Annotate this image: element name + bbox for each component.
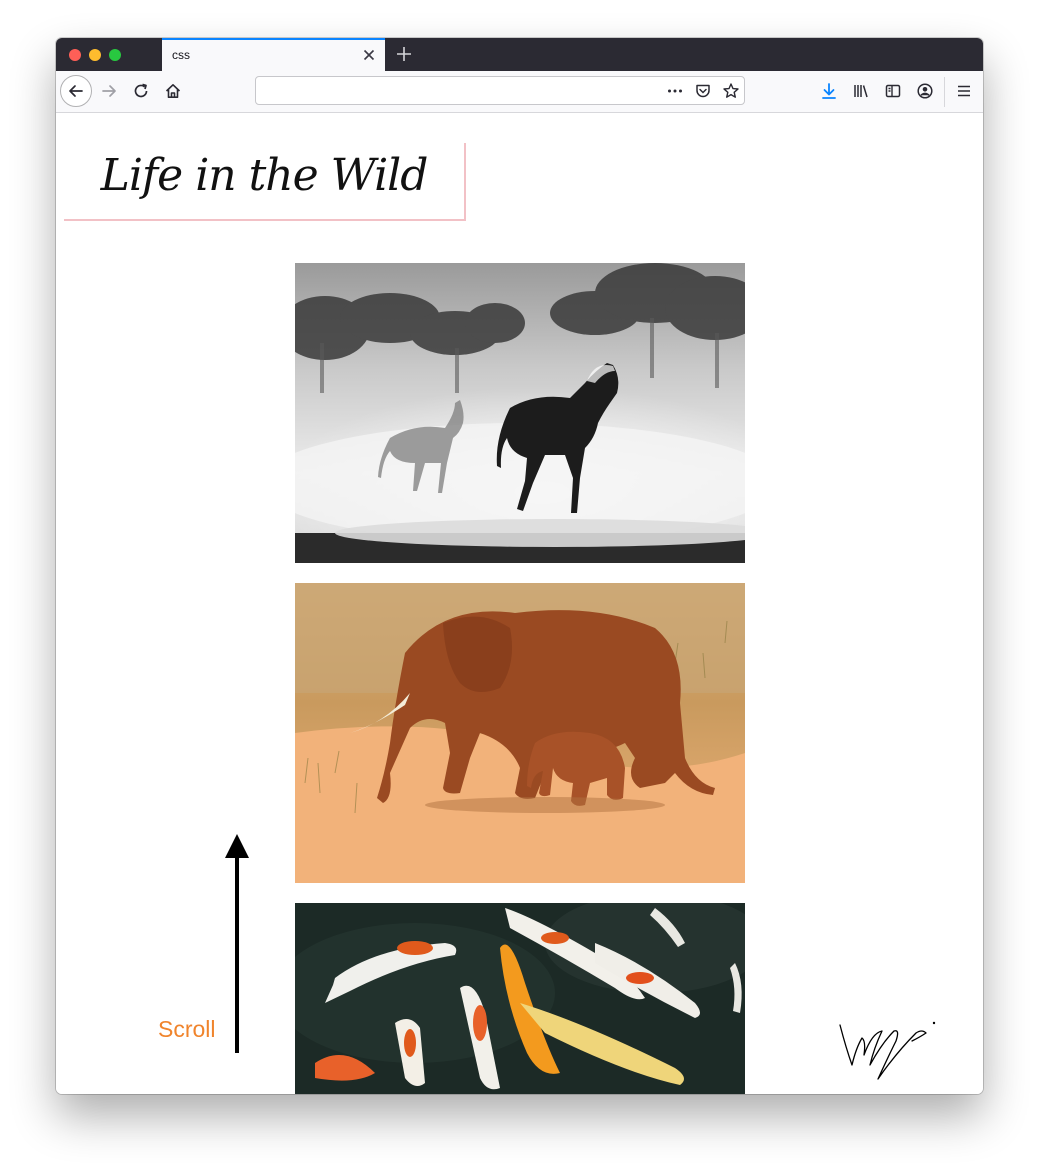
scroll-label: Scroll: [158, 1016, 216, 1042]
home-icon: [165, 84, 181, 98]
tab-css[interactable]: css: [162, 38, 385, 71]
tab-title: css: [172, 48, 190, 62]
downloads-button[interactable]: [817, 79, 841, 103]
new-tab-icon[interactable]: [394, 44, 414, 64]
forward-button[interactable]: [97, 79, 121, 103]
signature-icon: [834, 993, 944, 1083]
pocket-icon: [696, 84, 710, 98]
page-title: Life in the Wild: [100, 149, 429, 201]
library-icon: [854, 85, 868, 98]
bookmark-button[interactable]: [719, 79, 743, 103]
page-actions-button[interactable]: [663, 79, 687, 103]
elephants-photo: [295, 583, 745, 883]
close-window-button[interactable]: [69, 49, 81, 61]
close-tab-icon[interactable]: [361, 47, 377, 63]
back-button[interactable]: [60, 75, 92, 107]
download-icon: [822, 83, 836, 99]
tab-bar: css: [56, 38, 983, 71]
more-icon: [668, 89, 682, 93]
browser-window: css Life in the Wild Scroll: [56, 38, 983, 1094]
library-button[interactable]: [849, 79, 873, 103]
arrow-up-icon: [222, 833, 252, 1053]
sidebar-button[interactable]: [881, 79, 905, 103]
title-box: Life in the Wild: [64, 143, 466, 221]
reload-button[interactable]: [129, 79, 153, 103]
page-content: Life in the Wild Scroll: [56, 113, 983, 1094]
pocket-button[interactable]: [691, 79, 715, 103]
toolbar-divider: [944, 77, 945, 107]
minimize-window-button[interactable]: [89, 49, 101, 61]
navigation-toolbar: [56, 71, 983, 113]
zoom-window-button[interactable]: [109, 49, 121, 61]
home-button[interactable]: [161, 79, 185, 103]
koi-photo: [295, 903, 745, 1094]
account-button[interactable]: [913, 79, 937, 103]
arrow-right-icon: [102, 85, 116, 97]
star-icon: [723, 83, 739, 98]
horses-photo: [295, 263, 745, 563]
reload-icon: [134, 83, 148, 98]
menu-button[interactable]: [952, 79, 976, 103]
url-input[interactable]: [264, 81, 658, 102]
account-icon: [917, 83, 933, 99]
sidebar-icon: [885, 84, 901, 98]
hamburger-menu-icon: [958, 85, 970, 97]
arrow-left-icon: [69, 85, 83, 97]
url-bar[interactable]: [255, 76, 745, 105]
